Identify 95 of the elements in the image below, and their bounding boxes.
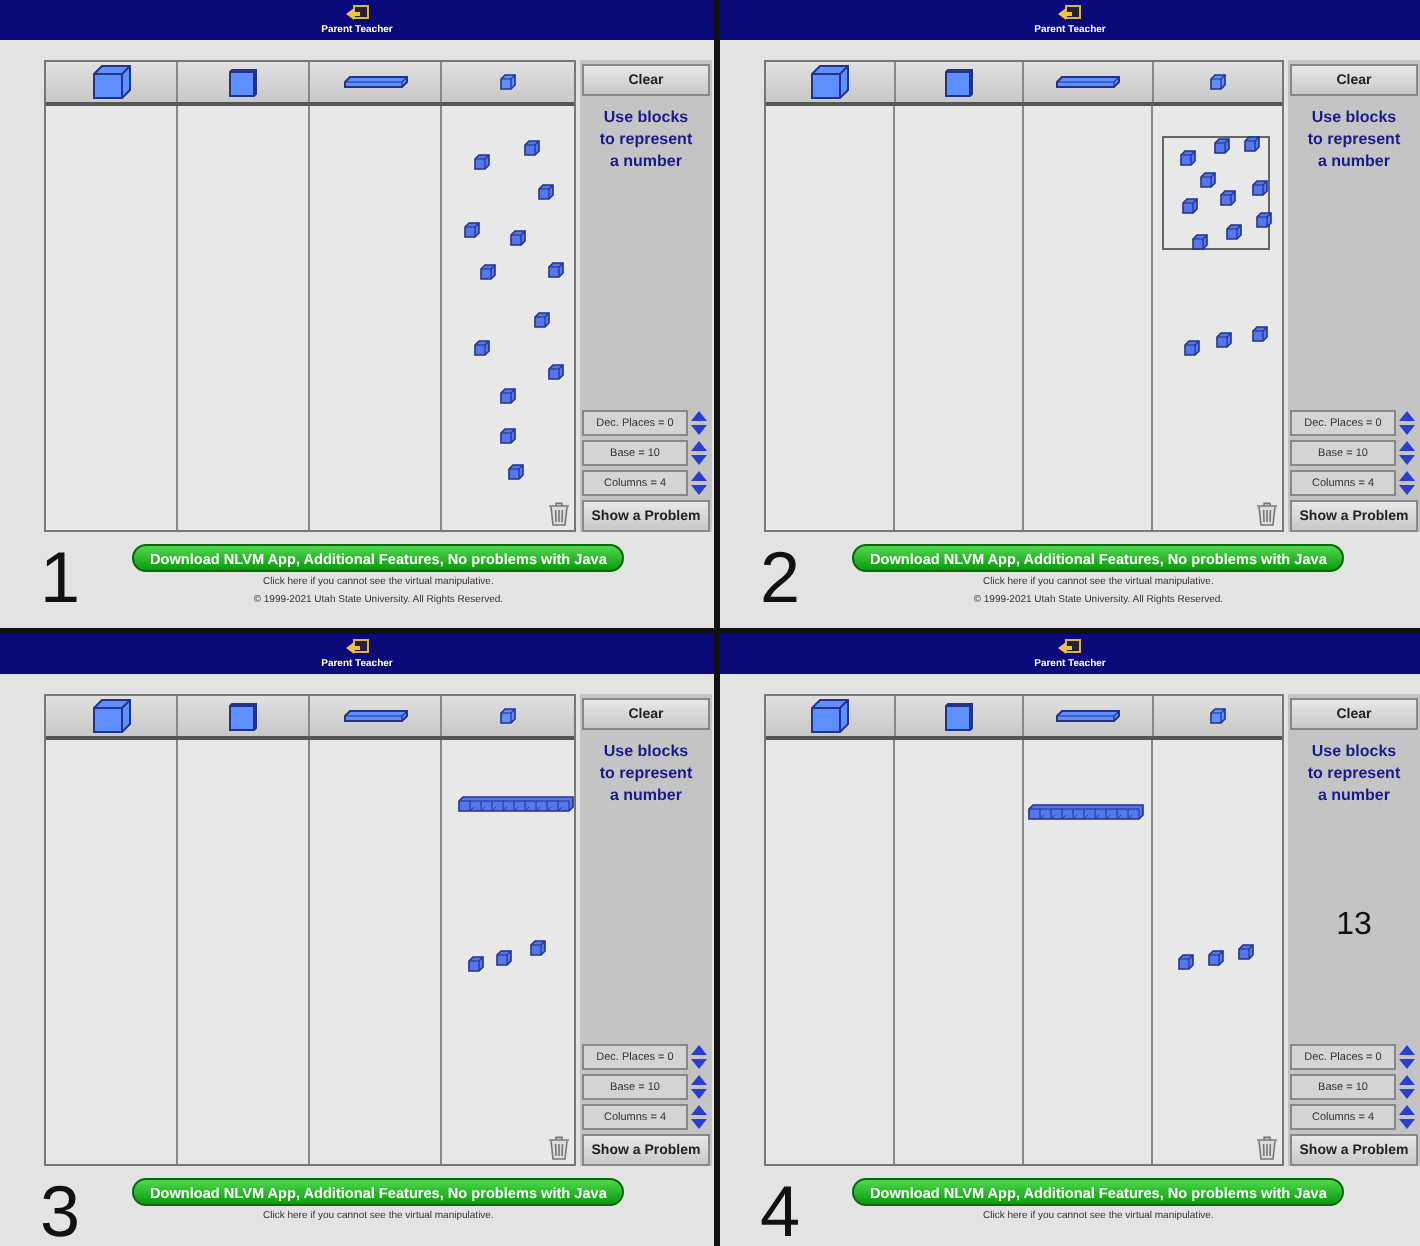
flat-square-icon — [943, 67, 974, 97]
unit-block[interactable] — [508, 464, 524, 480]
unit-block[interactable] — [1200, 172, 1216, 188]
unit-block[interactable] — [530, 940, 546, 956]
spinner-arrows-icon[interactable] — [690, 1074, 708, 1100]
instruction-text: Use blocks to represent a number — [1305, 106, 1403, 172]
block-source-tab[interactable] — [46, 696, 178, 736]
unit-block[interactable] — [474, 154, 490, 170]
logo-icon — [345, 4, 369, 24]
spinner-arrows-icon[interactable] — [1398, 440, 1416, 466]
unit-block[interactable] — [1256, 212, 1272, 228]
unit-block[interactable] — [1180, 150, 1196, 166]
unit-block[interactable] — [500, 428, 516, 444]
unit-block[interactable] — [1208, 950, 1224, 966]
trash-icon[interactable] — [548, 1136, 570, 1160]
logo-icon — [1058, 638, 1082, 658]
unit-block[interactable] — [1216, 332, 1232, 348]
block-source-tab[interactable] — [1153, 696, 1282, 736]
spinner-arrows-icon[interactable] — [1398, 1074, 1416, 1100]
rod-icon — [343, 76, 407, 88]
small-cube-icon — [1209, 74, 1226, 90]
block-source-tab[interactable] — [766, 696, 895, 736]
spinner-arrows-icon[interactable] — [690, 440, 708, 466]
unit-block[interactable] — [1178, 954, 1194, 970]
number-value: 13 — [1336, 907, 1372, 943]
unit-block[interactable] — [1226, 224, 1242, 240]
unit-block[interactable] — [534, 312, 550, 328]
unit-block[interactable] — [510, 230, 526, 246]
spinner-arrows-icon[interactable] — [1398, 1044, 1416, 1070]
trash-icon[interactable] — [1256, 1136, 1278, 1160]
unit-block[interactable] — [500, 388, 516, 404]
unit-block[interactable] — [548, 364, 564, 380]
unit-block[interactable] — [1244, 136, 1260, 152]
small-cube-icon — [1209, 708, 1226, 724]
cube-icon — [91, 698, 131, 734]
spinner-arrows-icon[interactable] — [1398, 1104, 1416, 1130]
block-source-tab[interactable] — [1024, 696, 1153, 736]
block-source-tab[interactable] — [1153, 62, 1282, 102]
block-source-tab[interactable] — [310, 696, 442, 736]
cube-icon — [809, 64, 850, 100]
block-source-tab[interactable] — [766, 62, 895, 102]
block-source-tab[interactable] — [442, 62, 574, 102]
unit-block[interactable] — [1252, 326, 1268, 342]
spinner-arrows-icon[interactable] — [690, 470, 708, 496]
flat-square-icon — [228, 67, 258, 97]
block-source-tab[interactable] — [1024, 62, 1153, 102]
unit-block[interactable] — [538, 184, 554, 200]
ten-rod-block[interactable] — [458, 796, 574, 812]
instruction-text: Use blocks to represent a number — [597, 106, 695, 172]
step-number: 2 — [760, 544, 803, 612]
logo-icon — [345, 638, 369, 658]
flat-square-icon — [228, 701, 258, 731]
step-number: 3 — [40, 1178, 83, 1246]
unit-block[interactable] — [548, 262, 564, 278]
small-cube-icon — [500, 74, 516, 90]
unit-block[interactable] — [1252, 180, 1268, 196]
spinner-arrows-icon[interactable] — [690, 1104, 708, 1130]
instruction-text: Use blocks to represent a number — [597, 740, 695, 806]
unit-block[interactable] — [1192, 234, 1208, 250]
unit-block[interactable] — [1214, 138, 1230, 154]
unit-block[interactable] — [1238, 944, 1254, 960]
rod-icon — [343, 710, 407, 722]
spinner-arrows-icon[interactable] — [690, 410, 708, 436]
unit-block[interactable] — [464, 222, 480, 238]
unit-block[interactable] — [480, 264, 496, 280]
spinner-arrows-icon[interactable] — [1398, 470, 1416, 496]
block-source-tab[interactable] — [442, 696, 574, 736]
spinner-arrows-icon[interactable] — [690, 1044, 708, 1070]
trash-icon[interactable] — [1256, 502, 1278, 526]
small-cube-icon — [500, 708, 516, 724]
ten-rod-block[interactable] — [1028, 804, 1144, 820]
block-source-tab[interactable] — [895, 62, 1024, 102]
block-source-tab[interactable] — [46, 62, 178, 102]
block-source-tab[interactable] — [310, 62, 442, 102]
unit-block[interactable] — [524, 140, 540, 156]
spinner-arrows-icon[interactable] — [1398, 410, 1416, 436]
unit-block[interactable] — [468, 956, 484, 972]
instruction-text: Use blocks to represent a number — [1305, 740, 1403, 806]
block-source-tab[interactable] — [178, 696, 310, 736]
unit-block[interactable] — [496, 950, 512, 966]
logo-icon — [1058, 4, 1082, 24]
cube-icon — [91, 64, 131, 100]
cube-icon — [809, 698, 850, 734]
rod-icon — [1055, 710, 1120, 722]
flat-square-icon — [943, 701, 974, 731]
step-number: 1 — [40, 544, 83, 612]
step-number: 4 — [760, 1178, 803, 1246]
trash-icon[interactable] — [548, 502, 570, 526]
unit-block[interactable] — [1182, 198, 1198, 214]
unit-block[interactable] — [1184, 340, 1200, 356]
block-source-tab[interactable] — [895, 696, 1024, 736]
unit-block[interactable] — [474, 340, 490, 356]
block-source-tab[interactable] — [178, 62, 310, 102]
unit-block[interactable] — [1220, 190, 1236, 206]
rod-icon — [1055, 76, 1120, 88]
